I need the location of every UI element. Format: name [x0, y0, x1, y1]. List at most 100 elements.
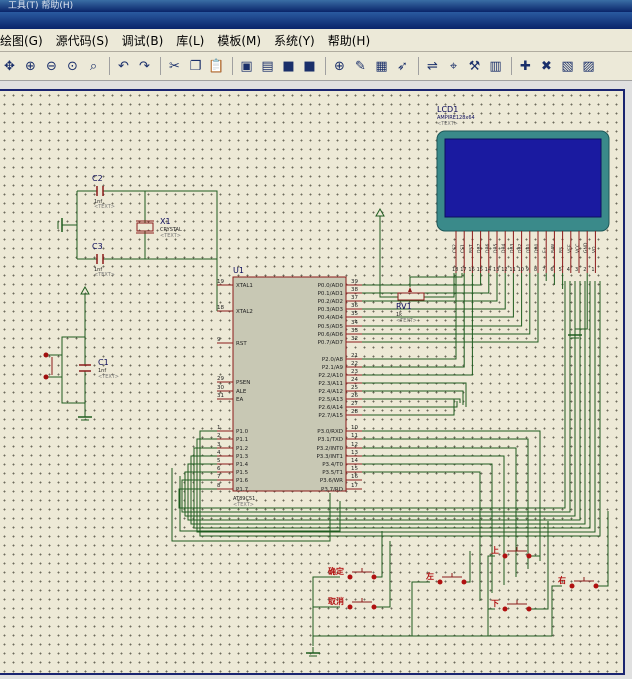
mcu-pin-name: P2.4/A12 — [318, 389, 343, 395]
mcu-pin-name: XTAL2 — [236, 309, 253, 315]
toolbar-separator — [511, 57, 512, 75]
mcu-pin-number: 1 — [217, 425, 221, 431]
block-copy-icon[interactable]: ▣ — [237, 57, 256, 76]
power-terminal — [375, 207, 385, 217]
bom-icon[interactable]: ▨ — [579, 57, 598, 76]
undo-icon[interactable]: ↶ — [114, 57, 133, 76]
mcu-pin-number: 18 — [217, 305, 224, 311]
mcu-pin-number: 36 — [351, 303, 358, 309]
mcu-pin-number: 8 — [217, 483, 221, 489]
toolbar-separator — [160, 57, 161, 75]
decompose-icon[interactable]: ➶ — [393, 57, 412, 76]
menu-library[interactable]: 库(L) — [176, 32, 204, 49]
x1-text: <TEXT> — [160, 233, 181, 239]
rv1-body — [397, 292, 425, 301]
redo-icon[interactable]: ↷ — [135, 57, 154, 76]
c3-text: <TEXT> — [94, 272, 115, 278]
mcu-pin-name: P3.5/T1 — [322, 470, 343, 476]
mcu-pin-name: P0.3/AD3 — [318, 307, 344, 313]
editing-window[interactable]: LCD1AMPIRE128x64<TEXT>CS218CS117RST16DB7… — [0, 81, 632, 679]
btn-down-label: 下 — [491, 599, 499, 608]
zoom-out-icon[interactable]: ⊖ — [42, 57, 61, 76]
lcd-pin-number: 10 — [518, 267, 524, 273]
toolbar-separator — [109, 57, 110, 75]
lcd-pin-name: GND — [583, 242, 589, 253]
wire — [362, 401, 458, 408]
mcu-text-placeholder: <TEXT> — [233, 502, 254, 508]
make-device-icon[interactable]: ✎ — [351, 57, 370, 76]
wire-autoroute-icon[interactable]: ⇌ — [423, 57, 442, 76]
copy-icon[interactable]: ❐ — [186, 57, 205, 76]
btn-left-contact — [461, 579, 467, 585]
zoom-all-icon[interactable]: ⊙ — [63, 57, 82, 76]
wire — [145, 190, 218, 285]
menu-source[interactable]: 源代码(S) — [56, 32, 109, 49]
mcu-pin-number: 14 — [351, 458, 358, 464]
property-tool-icon[interactable]: ⚒ — [465, 57, 484, 76]
mcu-pin-name: P0.2/AD2 — [318, 299, 343, 305]
lcd-pin-number: 16 — [468, 267, 474, 273]
remove-sheet-icon[interactable]: ✖ — [537, 57, 556, 76]
mcu-pin-number: 13 — [351, 450, 358, 456]
wire — [362, 273, 523, 327]
mcu-pin-number: 35 — [351, 311, 358, 317]
netlist-icon[interactable]: ▧ — [558, 57, 577, 76]
lcd-pin-name: DB4 — [501, 243, 507, 253]
mcu-pin-name: P3.7/RD — [321, 487, 343, 493]
zoom-in-icon[interactable]: ⊕ — [21, 57, 40, 76]
mcu-pin-name: P0.6/AD6 — [318, 332, 344, 338]
lcd-text-placeholder: <TEXT> — [437, 121, 458, 127]
mcu-pin-number: 23 — [351, 369, 358, 375]
pan-icon[interactable]: ✥ — [0, 57, 19, 76]
block-delete-icon[interactable]: ■ — [300, 57, 319, 76]
lcd-pin-number: 5 — [559, 267, 562, 273]
paste-icon[interactable]: 📋 — [207, 57, 226, 76]
cut-icon[interactable]: ✂ — [165, 57, 184, 76]
lcd-pin-name: VEE — [567, 244, 573, 253]
menu-debug[interactable]: 调试(B) — [122, 32, 164, 49]
package-tool-icon[interactable]: ▦ — [372, 57, 391, 76]
mcu-pin-number: 12 — [351, 442, 358, 448]
mcu-pin-name: P0.4/AD4 — [318, 315, 344, 321]
menu-draw[interactable]: 绘图(G) — [0, 32, 43, 49]
new-sheet-icon[interactable]: ✚ — [516, 57, 535, 76]
mcu-pin-name: P2.3/A11 — [318, 381, 343, 387]
lcd-pin-number: 3 — [575, 267, 578, 273]
lcd-pin-number: 15 — [477, 267, 483, 273]
btn-right-label: 右 — [557, 575, 566, 585]
search-icon[interactable]: ⌖ — [444, 57, 463, 76]
wire — [596, 511, 609, 587]
mcu-pin-name: P3.4/T0 — [322, 462, 343, 468]
btn-right-contact — [593, 583, 599, 589]
mcu-pin-number: 7 — [217, 474, 221, 480]
btn-right-contact — [569, 583, 575, 589]
mcu-pin-number: 32 — [351, 336, 358, 342]
schematic-canvas[interactable]: LCD1AMPIRE128x64<TEXT>CS218CS117RST16DB7… — [0, 91, 623, 673]
mcu-pin-name: P0.0/AD0 — [318, 283, 344, 289]
zoom-area-icon[interactable]: ⌕ — [84, 57, 103, 76]
btn-cancel-contact — [347, 604, 353, 610]
lcd-pin-name: DB6 — [485, 243, 491, 253]
design-explorer-icon[interactable]: ▥ — [486, 57, 505, 76]
mcu-pin-number: 3 — [217, 442, 221, 448]
wire — [103, 231, 146, 260]
wire — [488, 585, 562, 637]
mcu-pin-number: 34 — [351, 320, 358, 326]
btn-up-label: 上 — [491, 545, 499, 555]
block-move-icon[interactable]: ▤ — [258, 57, 277, 76]
btn-ok-label: 确定 — [328, 566, 344, 576]
menu-template[interactable]: 模板(M) — [217, 32, 261, 49]
block-rotate-icon[interactable]: ■ — [279, 57, 298, 76]
wire — [362, 273, 490, 294]
mcu-pin-name: P0.5/AD5 — [318, 324, 344, 330]
mcu-ref: U1 — [233, 266, 244, 275]
schematic-sheet[interactable]: LCD1AMPIRE128x64<TEXT>CS218CS117RST16DB7… — [0, 89, 625, 675]
mcu-pin-number: 29 — [217, 376, 224, 382]
mcu-pin-number: 26 — [351, 393, 358, 399]
pick-device-icon[interactable]: ⊕ — [330, 57, 349, 76]
menu-help[interactable]: 帮助(H) — [328, 32, 370, 49]
menu-system[interactable]: 系统(Y) — [274, 32, 315, 49]
mcu-pin-number: 39 — [351, 279, 358, 285]
toolbar-separator — [418, 57, 419, 75]
mcu-pin-name: EA — [236, 397, 243, 403]
